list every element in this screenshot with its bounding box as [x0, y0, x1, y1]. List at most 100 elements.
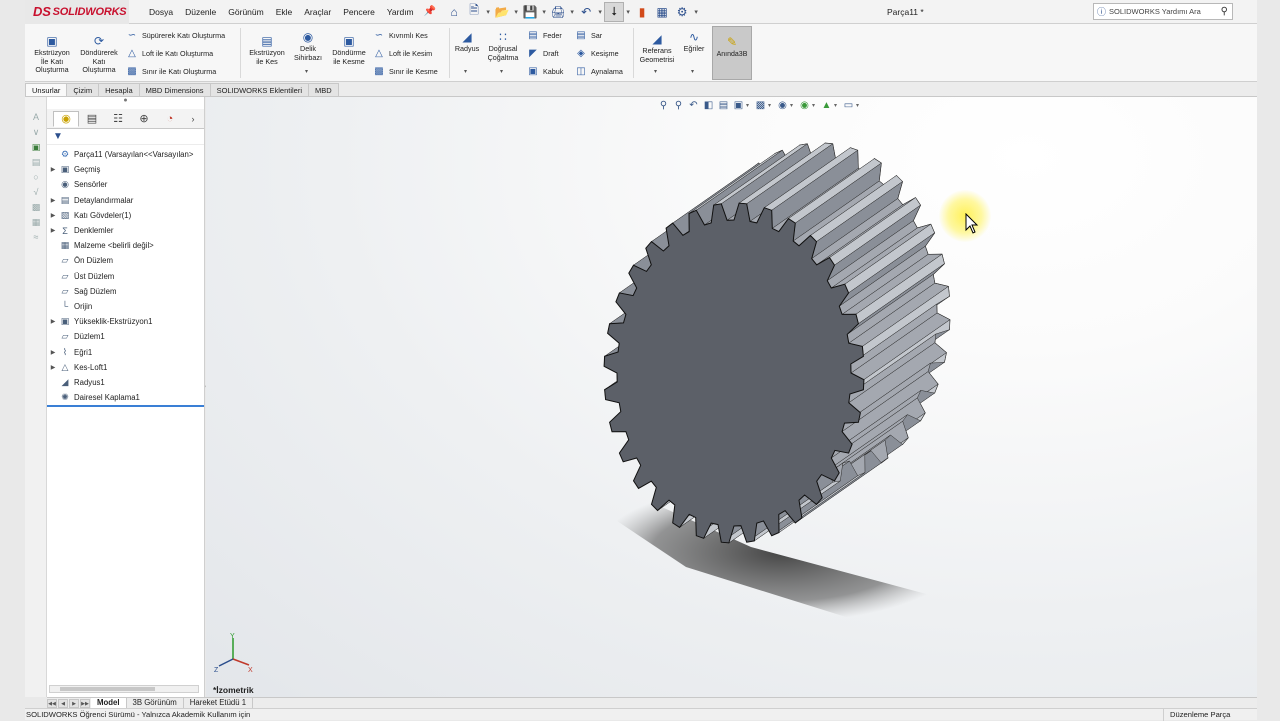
search-icon[interactable]: ⚲ [1221, 6, 1228, 17]
dimxpert-manager-tab-icon[interactable]: ⊕ [131, 111, 157, 127]
gear-model[interactable] [206, 97, 1257, 697]
feature-tree-item[interactable]: ▶ ▤ Detaylandırmalar [47, 193, 204, 208]
tab-unsurlar[interactable]: Unsurlar [25, 83, 68, 96]
boundary-boss-button[interactable]: ▩ Sınır ile Katı Oluşturma [126, 65, 216, 77]
chevron-right-icon[interactable]: › [186, 111, 200, 127]
file-properties-icon[interactable]: ▦ [652, 2, 672, 22]
tab-model[interactable]: Model [91, 697, 127, 709]
balloon-icon[interactable]: ○ [29, 172, 43, 184]
reference-geometry-button[interactable]: ◢ Referans Geometrisi [635, 32, 679, 64]
new-file-icon[interactable]: 🗎 [464, 2, 484, 22]
annotation-icon[interactable]: ▣ [29, 142, 43, 154]
feature-tree-item[interactable]: ▶ ⌇ Eğri1 [47, 344, 204, 359]
print-dropdown-icon[interactable]: ▾ [568, 8, 576, 16]
tab-hesapla[interactable]: Hesapla [98, 83, 140, 96]
feature-tree-item[interactable]: ◢ Radyus1 [47, 375, 204, 390]
save-icon[interactable]: 💾 [520, 2, 540, 22]
lofted-boss-button[interactable]: △ Loft ile Katı Oluşturma [126, 47, 213, 59]
surface-finish-icon[interactable]: √ [29, 187, 43, 199]
open-file-dropdown-icon[interactable]: ▾ [512, 8, 520, 16]
tab-3d-views[interactable]: 3B Görünüm [127, 697, 184, 709]
graphics-area[interactable]: ⚲ ⚲ ↶ ◧ ▤ ▣ ▾ ▩ ▾ ◉ ▾ ◉ ▾ ▲ ▾ ▭ ▾ Y X Z … [206, 97, 1257, 697]
weld-symbol-icon[interactable]: ≈ [29, 232, 43, 244]
feature-tree-item[interactable]: ▱ Düzlem1 [47, 329, 204, 344]
options-dropdown-icon[interactable]: ▾ [692, 8, 700, 16]
mirror-button[interactable]: ◫ Aynalama [575, 65, 623, 77]
feature-tree-item[interactable]: └ Orijin [47, 299, 204, 314]
tab-mbd-dimensions[interactable]: MBD Dimensions [138, 83, 211, 96]
expand-arrow-icon[interactable]: ▶ [47, 197, 59, 204]
feature-tree-item[interactable]: ▦ Malzeme <belirli değil> [47, 238, 204, 253]
menu-duzenle[interactable]: Düzenle [179, 0, 222, 24]
panel-grip-icon[interactable]: ● [47, 97, 204, 109]
fillet-dropdown-icon[interactable]: ▾ [464, 68, 467, 75]
expand-arrow-icon[interactable]: ▶ [47, 166, 59, 173]
fillet-button[interactable]: ◢ Radyus [451, 30, 483, 54]
feature-tree-item[interactable]: ▶ Σ Denklemler [47, 223, 204, 238]
menu-yardim[interactable]: Yardım [381, 0, 420, 24]
options-icon[interactable]: ⚙ [672, 2, 692, 22]
configuration-manager-tab-icon[interactable]: ☷ [105, 111, 131, 127]
tab-cizim[interactable]: Çizim [66, 83, 100, 96]
hole-wizard-button[interactable]: ◉ Delik Sihirbazı [288, 30, 328, 62]
menu-araclar[interactable]: Araçlar [298, 0, 337, 24]
revolved-cut-button[interactable]: ▣ Döndürme ile Kesme [328, 34, 370, 66]
menu-dosya[interactable]: Dosya [143, 0, 179, 24]
sketch-text-icon[interactable]: ∨ [29, 127, 43, 139]
pin-menu-icon[interactable]: 📌 [424, 6, 436, 17]
feature-tree-item[interactable]: ▱ Üst Düzlem [47, 269, 204, 284]
boundary-cut-button[interactable]: ▩ Sınır ile Kesme [373, 65, 437, 77]
undo-dropdown-icon[interactable]: ▾ [596, 8, 604, 16]
save-dropdown-icon[interactable]: ▾ [540, 8, 548, 16]
shell-button[interactable]: ▣ Kabuk [527, 65, 563, 77]
hole-wizard-dropdown-icon[interactable]: ▾ [305, 68, 308, 75]
lofted-cut-button[interactable]: △ Loft ile Kesim [373, 47, 432, 59]
extruded-cut-button[interactable]: ▤ Ekstrüzyon ile Kes [245, 34, 289, 66]
draft-button[interactable]: ◤ Draft [527, 47, 558, 59]
expand-arrow-icon[interactable]: ▶ [47, 364, 59, 371]
feature-tree-item[interactable]: ◉ Sensörler [47, 177, 204, 192]
rebuild-icon[interactable]: ▮ [632, 2, 652, 22]
scrollbar-thumb[interactable] [60, 687, 155, 691]
tab-mbd[interactable]: MBD [308, 83, 339, 96]
expand-arrow-icon[interactable]: ▶ [47, 212, 59, 219]
reference-geometry-dropdown-icon[interactable]: ▾ [654, 68, 657, 75]
rollback-bar[interactable] [47, 405, 204, 407]
extruded-boss-button[interactable]: ▣ Ekstrüzyon İle Katı Oluşturma [30, 34, 74, 75]
feature-tree-item[interactable]: ▱ Ön Düzlem [47, 253, 204, 268]
property-manager-tab-icon[interactable]: ▤ [79, 111, 105, 127]
print-icon[interactable]: 🖨 [548, 2, 568, 22]
select-dropdown-icon[interactable]: ▾ [624, 8, 632, 16]
feature-tree-item[interactable]: ▶ ▧ Katı Gövdeler(1) [47, 208, 204, 223]
tab-motion-study[interactable]: Hareket Etüdü 1 [184, 697, 254, 709]
prev-tab-icon[interactable]: ◀ [58, 698, 68, 708]
feature-tree-scrollbar[interactable] [49, 685, 199, 693]
feature-tree-item[interactable]: ▶ ▣ Yükseklik-Ekstrüzyon1 [47, 314, 204, 329]
linear-pattern-button[interactable]: ∷ Doğrusal Çoğaltma [482, 30, 524, 62]
undo-icon[interactable]: ↶ [576, 2, 596, 22]
expand-arrow-icon[interactable]: ▶ [47, 349, 59, 356]
rib-button[interactable]: ▤ Feder [527, 29, 562, 41]
revolved-boss-button[interactable]: ⟳ Döndürerek Katı Oluşturma [76, 34, 122, 75]
tab-solidworks-eklentileri[interactable]: SOLIDWORKS Eklentileri [209, 83, 309, 96]
datum-icon[interactable]: ▩ [29, 202, 43, 214]
select-icon[interactable]: ⭣ [604, 1, 625, 22]
expand-arrow-icon[interactable]: ▶ [47, 318, 59, 325]
feature-tree-item[interactable]: ▱ Sağ Düzlem [47, 284, 204, 299]
solidworks-logo[interactable]: DS SOLIDWORKS [25, 0, 129, 24]
open-file-icon[interactable]: 📂 [492, 2, 512, 22]
feature-tree-item[interactable]: ✺ Dairesel Kaplama1 [47, 390, 204, 405]
swept-cut-button[interactable]: ∽ Kıvrımlı Kes [373, 29, 428, 41]
next-tab-icon[interactable]: ▶ [69, 698, 79, 708]
swept-boss-button[interactable]: ∽ Süpürerek Katı Oluşturma [126, 29, 225, 41]
note-icon[interactable]: ▤ [29, 157, 43, 169]
menu-ekle[interactable]: Ekle [270, 0, 299, 24]
last-tab-icon[interactable]: ▶▶ [80, 698, 90, 708]
wrap-button[interactable]: ▤ Sar [575, 29, 602, 41]
feature-manager-tab-icon[interactable]: ◉ [53, 110, 79, 127]
curves-dropdown-icon[interactable]: ▾ [691, 68, 694, 75]
display-manager-tab-icon[interactable]: ◔ [157, 111, 183, 127]
instant3d-toggle[interactable]: ✎ Anında3B [712, 26, 752, 80]
geometric-tolerance-icon[interactable]: ▦ [29, 217, 43, 229]
filter-icon[interactable]: ▼ [47, 129, 204, 145]
